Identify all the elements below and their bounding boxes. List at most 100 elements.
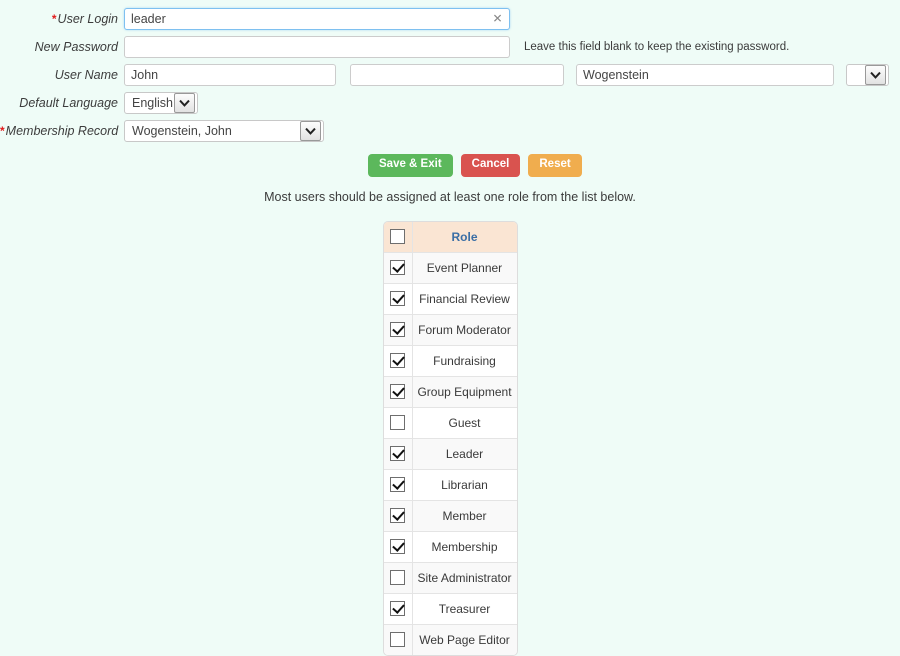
role-name-cell: Web Page Editor [412, 624, 517, 655]
role-checkbox[interactable] [390, 415, 405, 431]
roles-table: Role Event Planner Financial Review Forum … [382, 220, 518, 656]
table-row: Leader [383, 438, 517, 470]
role-checkbox[interactable] [390, 601, 405, 617]
default-language-label: Default Language [0, 96, 124, 110]
form-row-default-language: Default Language English [0, 89, 900, 116]
table-row: Membership [383, 531, 517, 563]
role-name-cell: Treasurer [412, 593, 517, 625]
role-name-cell: Forum Moderator [412, 314, 517, 346]
role-checkbox-cell [383, 438, 413, 470]
user-form: *User Login ✕ New Password Leave this fi… [0, 0, 900, 144]
role-name-cell: Leader [412, 438, 517, 470]
first-name-input[interactable] [124, 63, 336, 86]
role-name-cell: Member [412, 500, 517, 532]
cancel-button[interactable]: Cancel [460, 154, 521, 177]
role-checkbox-cell [383, 376, 413, 408]
form-row-user-name: User Name [0, 61, 900, 88]
roles-table-body: Event Planner Financial Review Forum Moder… [383, 252, 517, 655]
role-checkbox[interactable] [390, 632, 405, 648]
new-password-input[interactable] [124, 35, 510, 58]
chevron-down-icon [174, 92, 195, 113]
role-name-cell: Membership [412, 531, 517, 563]
role-checkbox-cell [383, 252, 413, 284]
form-actions: Save & Exit Cancel Reset [0, 154, 900, 177]
membership-record-label: *Membership Record [0, 124, 124, 138]
user-edit-page: *User Login ✕ New Password Leave this fi… [0, 0, 900, 656]
required-marker-user-login: * [51, 11, 57, 26]
reset-button[interactable]: Reset [528, 154, 582, 177]
default-language-label-text: Default Language [19, 95, 118, 110]
form-row-membership-record: *Membership Record Wogenstein, John [0, 117, 900, 144]
table-row: Group Equipment [383, 376, 517, 408]
user-login-input[interactable] [124, 7, 510, 30]
new-password-hint: Leave this field blank to keep the exist… [524, 40, 790, 53]
chevron-down-icon [865, 64, 886, 85]
table-row: Site Administrator [383, 562, 517, 594]
role-checkbox[interactable] [390, 477, 405, 493]
role-checkbox-cell [383, 531, 413, 563]
table-row: Event Planner [383, 252, 517, 284]
new-password-label-text: New Password [34, 39, 118, 54]
table-row: Financial Review [383, 283, 517, 315]
user-login-label: *User Login [0, 12, 124, 26]
role-name-cell: Fundraising [412, 345, 517, 377]
role-checkbox-cell [383, 314, 413, 346]
user-name-label-text: User Name [54, 67, 118, 82]
role-name-cell: Financial Review [412, 283, 517, 315]
table-row: Fundraising [383, 345, 517, 377]
save-and-exit-button[interactable]: Save & Exit [368, 154, 453, 177]
close-icon[interactable]: ✕ [492, 12, 503, 24]
role-checkbox[interactable] [390, 508, 405, 524]
roles-table-head: Role [383, 221, 517, 253]
role-checkbox[interactable] [390, 446, 405, 462]
table-row: Treasurer [383, 593, 517, 625]
select-all-checkbox[interactable] [390, 229, 405, 245]
role-checkbox[interactable] [390, 322, 405, 338]
role-checkbox-cell [383, 283, 413, 315]
role-checkbox[interactable] [390, 291, 405, 307]
role-checkbox[interactable] [390, 570, 405, 586]
table-row: Librarian [383, 469, 517, 501]
role-name-cell: Librarian [412, 469, 517, 501]
middle-name-input[interactable] [350, 63, 564, 86]
roles-note: Most users should be assigned at least o… [264, 189, 636, 204]
table-row: Member [383, 500, 517, 532]
default-language-select[interactable]: English [124, 91, 198, 114]
user-name-label: User Name [0, 68, 124, 82]
roles-table-header-row: Role [383, 221, 517, 253]
required-marker-membership-record: * [0, 123, 5, 138]
membership-record-label-text: Membership Record [5, 123, 119, 138]
form-row-user-login: *User Login ✕ [0, 5, 900, 32]
role-checkbox-cell [383, 407, 413, 439]
table-row: Forum Moderator [383, 314, 517, 346]
default-language-value: English [132, 95, 173, 110]
table-row: Guest [383, 407, 517, 439]
role-column-header: Role [412, 221, 517, 253]
membership-record-value: Wogenstein, John [132, 123, 232, 138]
form-row-new-password: New Password Leave this field blank to k… [0, 33, 900, 60]
membership-record-select[interactable]: Wogenstein, John [124, 119, 324, 142]
table-row: Web Page Editor [383, 624, 517, 655]
role-checkbox[interactable] [390, 353, 405, 369]
user-login-input-wrap: ✕ [124, 7, 510, 30]
role-name-cell: Group Equipment [412, 376, 517, 408]
chevron-down-icon [300, 120, 321, 141]
role-name-cell: Guest [412, 407, 517, 439]
role-checkbox[interactable] [390, 384, 405, 400]
select-all-header-cell [383, 221, 413, 253]
new-password-label: New Password [0, 40, 124, 54]
role-checkbox-cell [383, 469, 413, 501]
role-checkbox-cell [383, 562, 413, 594]
last-name-input[interactable] [576, 63, 834, 86]
role-name-cell: Event Planner [412, 252, 517, 284]
user-login-label-text: User Login [57, 11, 118, 26]
suffix-select[interactable] [846, 63, 889, 86]
role-checkbox-cell [383, 500, 413, 532]
role-checkbox-cell [383, 624, 413, 655]
role-name-cell: Site Administrator [412, 562, 517, 594]
role-checkbox[interactable] [390, 260, 405, 276]
role-checkbox-cell [383, 345, 413, 377]
role-checkbox[interactable] [390, 539, 405, 555]
roles-table-wrap: Role Event Planner Financial Review Forum … [0, 220, 900, 656]
role-checkbox-cell [383, 593, 413, 625]
